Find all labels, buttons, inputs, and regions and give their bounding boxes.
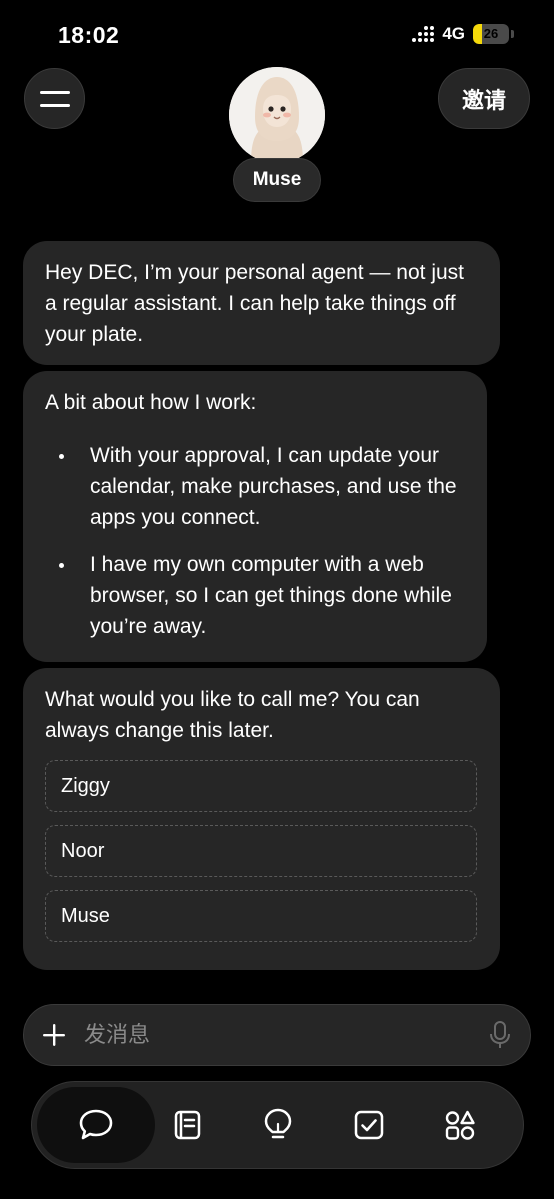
name-question: What would you like to call me? You can … (45, 688, 420, 742)
intro-text: Hey DEC, I’m your personal agent — not j… (45, 261, 465, 346)
hamburger-menu-icon (39, 90, 70, 107)
agent-name-pill[interactable]: Muse (233, 158, 321, 202)
message-input[interactable] (84, 1022, 470, 1048)
tab-notes[interactable] (147, 1087, 227, 1163)
how-point-text: With your approval, I can update your ca… (90, 444, 457, 529)
invite-button[interactable]: 邀请 (438, 68, 530, 129)
voice-input-button[interactable] (470, 1005, 530, 1065)
how-list: With your approval, I can update your ca… (45, 440, 465, 642)
list-item: I have my own computer with a web browse… (45, 549, 465, 642)
status-indicators: 4G 26 (412, 24, 514, 44)
microphone-icon (490, 1021, 510, 1048)
name-option-muse[interactable]: Muse (45, 890, 477, 942)
battery-icon: 26 (473, 24, 509, 44)
message-composer (23, 1004, 531, 1066)
signal-icon (412, 26, 435, 42)
bullet-icon (59, 563, 64, 568)
name-option-noor[interactable]: Noor (45, 825, 477, 877)
network-type: 4G (442, 24, 465, 43)
tab-apps[interactable] (420, 1087, 500, 1163)
notebook-icon (174, 1110, 201, 1140)
agent-avatar[interactable] (229, 67, 325, 163)
agent-message-name-choice: What would you like to call me? You can … (23, 668, 500, 970)
shapes-icon (445, 1110, 475, 1140)
tab-tasks[interactable] (329, 1087, 409, 1163)
agent-message-intro: Hey DEC, I’m your personal agent — not j… (23, 241, 500, 365)
tab-chat[interactable] (37, 1087, 155, 1163)
battery-tip (511, 30, 514, 38)
chat-bubble-icon (79, 1109, 113, 1140)
plus-icon (43, 1024, 65, 1046)
bottom-tab-bar (31, 1081, 524, 1169)
mascot-avatar-icon (229, 67, 325, 163)
tab-ideas[interactable] (238, 1087, 318, 1163)
battery-percent: 26 (483, 26, 499, 41)
how-title: A bit about how I work: (45, 391, 257, 414)
lightbulb-icon (264, 1108, 292, 1139)
list-item: With your approval, I can update your ca… (45, 440, 465, 533)
menu-button[interactable] (24, 68, 85, 129)
status-time: 18:02 (58, 22, 120, 48)
agent-message-how-it-works: A bit about how I work: With your approv… (23, 371, 487, 662)
name-option-ziggy[interactable]: Ziggy (45, 760, 477, 812)
how-point-text: I have my own computer with a web browse… (90, 553, 452, 638)
add-attachment-button[interactable] (24, 1005, 84, 1065)
checkbox-icon (354, 1110, 384, 1140)
bullet-icon (59, 454, 64, 459)
app-screen: 18:02 4G 26 Muse 邀请 Hey DEC, I’m your pe… (0, 0, 554, 1199)
